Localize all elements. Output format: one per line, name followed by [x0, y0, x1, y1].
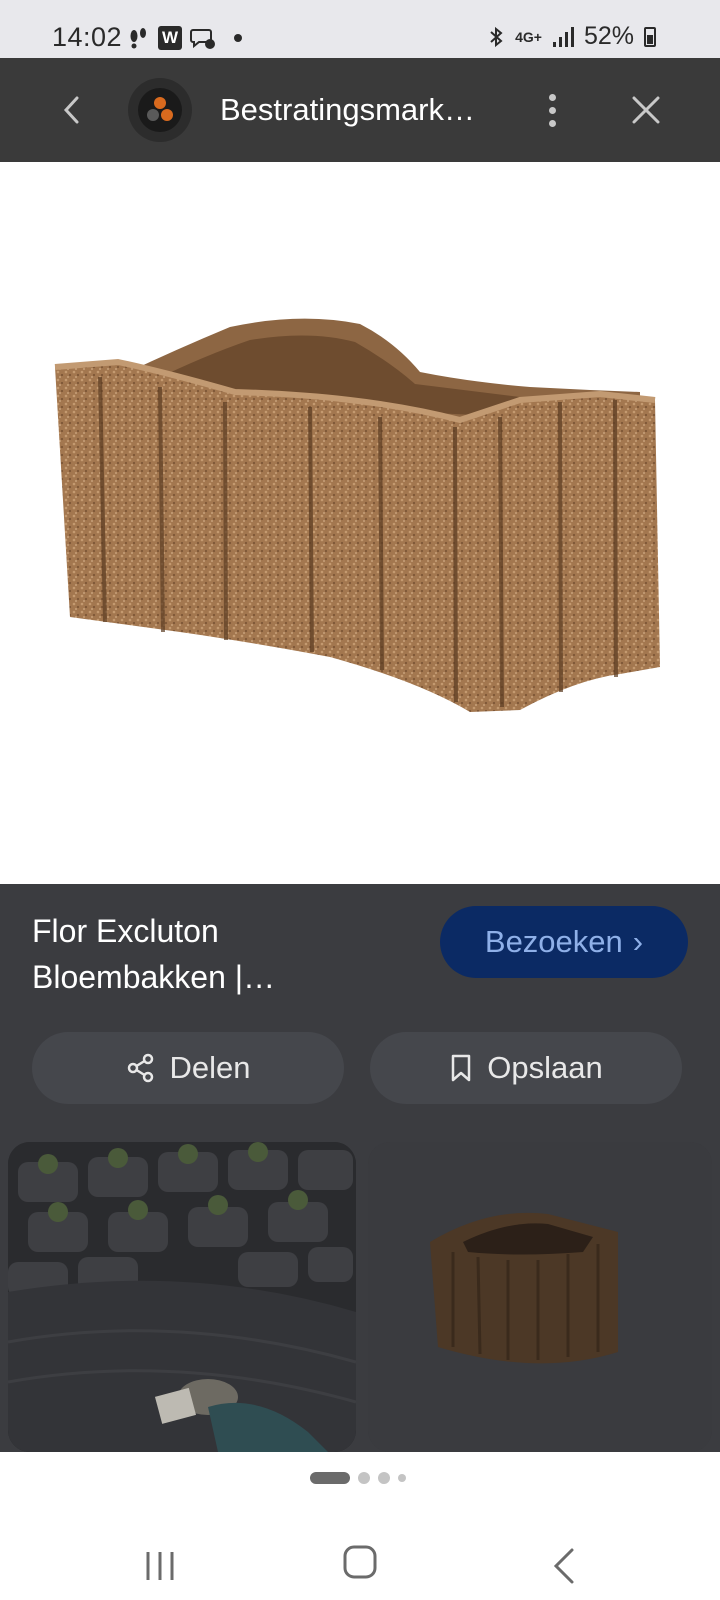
system-nav-bar: [0, 1532, 720, 1600]
chevron-right-icon: ›: [632, 924, 644, 959]
battery-level: 52%: [583, 22, 634, 50]
hexagon-logo-icon: [147, 97, 173, 121]
share-label: Delen: [169, 1050, 251, 1085]
steps-icon: [130, 28, 146, 49]
share-button[interactable]: Delen: [32, 1032, 344, 1104]
signal-icon: [552, 26, 574, 47]
visit-label: Bezoeken: [484, 924, 623, 959]
more-options-button[interactable]: [532, 86, 572, 134]
save-label: Opslaan: [487, 1050, 603, 1085]
notification-dot: [234, 34, 242, 42]
pager-dot: [358, 1472, 370, 1484]
home-icon: [343, 1545, 377, 1579]
related-image-round-planter[interactable]: [368, 1142, 712, 1452]
bottom-area: [0, 1452, 720, 1600]
messenger-icon: [190, 29, 215, 49]
site-title[interactable]: Bestratingsmark…: [220, 92, 520, 128]
site-logo-badge: [138, 88, 182, 132]
battery-icon: [644, 26, 656, 47]
close-icon: [632, 96, 660, 124]
back-nav-icon: [553, 1548, 574, 1584]
round-planter-thumbnail: [368, 1142, 712, 1452]
bluetooth-icon: [490, 26, 503, 47]
home-button[interactable]: [340, 1542, 380, 1582]
status-time: 14:02: [52, 22, 123, 52]
save-button[interactable]: Opslaan: [370, 1032, 682, 1104]
site-logo[interactable]: [128, 78, 192, 142]
more-vertical-icon: [548, 93, 556, 101]
recents-button[interactable]: [140, 1546, 184, 1586]
visit-button[interactable]: Bezoeken ›: [440, 906, 688, 978]
close-button[interactable]: [624, 88, 668, 132]
recents-icon: [146, 1552, 174, 1580]
back-icon: [63, 96, 79, 124]
w-app-icon: W: [158, 26, 182, 50]
share-icon: [127, 1053, 153, 1083]
bookmark-icon: [452, 1054, 471, 1082]
result-info-panel: Flor Excluton Bloembakken |… Bezoeken › …: [0, 884, 720, 1452]
garden-thumbnail: [8, 1142, 356, 1452]
pager-dots: [310, 1472, 406, 1484]
network-4g-icon: 4G+: [515, 28, 542, 45]
pager-dot-active: [310, 1472, 350, 1484]
main-product-image[interactable]: [0, 162, 720, 884]
result-title[interactable]: Flor Excluton Bloembakken |…: [32, 908, 412, 1000]
planter-image: [54, 318, 660, 712]
back-button[interactable]: [50, 88, 94, 132]
nav-back-button[interactable]: [548, 1544, 580, 1588]
pager-dot: [398, 1474, 406, 1482]
status-right-icons: 4G+ 52%: [487, 22, 656, 51]
status-bar: 14:02 W 4G+ 52%: [0, 0, 720, 58]
related-image-garden[interactable]: [8, 1142, 356, 1452]
status-left-icons: W: [126, 26, 242, 50]
app-bar: Bestratingsmark…: [0, 58, 720, 162]
pager-dot: [378, 1472, 390, 1484]
